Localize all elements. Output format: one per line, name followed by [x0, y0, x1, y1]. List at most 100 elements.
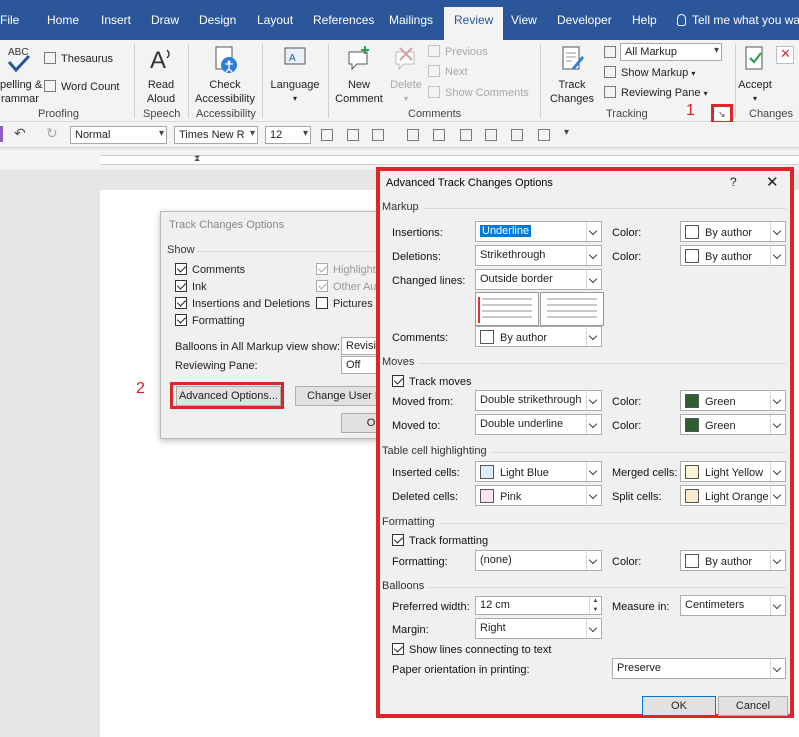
show-lines-label: Show lines connecting to text	[409, 644, 552, 656]
font-select[interactable]: Times New R ▾	[174, 126, 258, 144]
show-comments-button[interactable]: Show Comments	[428, 86, 529, 99]
chevron-down-icon	[586, 246, 601, 265]
tab-developer[interactable]: Developer	[557, 13, 612, 27]
moved-from-color-select[interactable]: Green	[680, 390, 786, 411]
checkbox	[316, 280, 328, 292]
tab-review[interactable]: Review	[444, 7, 504, 40]
read-aloud-button[interactable]: A Read Aloud	[138, 44, 184, 106]
deleted-cells-value: Pink	[500, 491, 522, 503]
insertions-select[interactable]: Underline	[475, 221, 602, 242]
tab-file[interactable]: File	[0, 13, 19, 27]
word-count-button[interactable]: Word Count	[44, 80, 120, 93]
close-button[interactable]: ✕	[766, 173, 779, 191]
show-markup-button[interactable]: Show Markup ▾	[604, 66, 695, 79]
tab-help[interactable]: Help	[632, 13, 657, 27]
tab-home[interactable]: Home	[47, 13, 79, 27]
tab-design[interactable]: Design	[199, 13, 236, 27]
help-button[interactable]: ?	[730, 175, 737, 189]
text-box-icon[interactable]	[347, 129, 359, 141]
section-divider	[197, 251, 397, 252]
moved-to-color-select[interactable]: Green	[680, 414, 786, 435]
preferred-width-spinner[interactable]: 12 cm ▲ ▼	[475, 596, 602, 615]
spinner-arrows-icon[interactable]: ▲ ▼	[589, 597, 601, 614]
table-icon[interactable]	[321, 129, 333, 141]
font-size-select[interactable]: 12 ▾	[265, 126, 311, 144]
thesaurus-button[interactable]: Thesaurus	[44, 52, 113, 65]
chevron-down-icon: ▾	[752, 94, 757, 103]
language-button[interactable]: A Language ▾	[266, 44, 324, 106]
tab-view[interactable]: View	[511, 13, 537, 27]
formatting-select[interactable]: (none)	[475, 550, 602, 571]
tab-mailings[interactable]: Mailings	[389, 13, 433, 27]
track-moves-checkbox[interactable]: Track moves	[392, 375, 472, 388]
reject-icon[interactable]: ✕	[776, 46, 794, 64]
delete-comment-button[interactable]: Delete ▾	[386, 44, 426, 106]
measure-in-select[interactable]: Centimeters	[680, 595, 786, 616]
comment-icon[interactable]	[460, 129, 472, 141]
formatting-label: Formatting:	[392, 556, 448, 568]
style-select[interactable]: Normal ▾	[70, 126, 167, 144]
changed-lines-select[interactable]: Outside border	[475, 269, 602, 290]
shapes-icon[interactable]	[433, 129, 445, 141]
inserted-cells-select[interactable]: Light Blue	[475, 461, 602, 482]
insertions-label: Insertions:	[392, 227, 443, 239]
formatting-checkbox[interactable]: Formatting	[175, 314, 245, 327]
margin-select[interactable]: Right	[475, 618, 602, 639]
deletions-color-select[interactable]: By author	[680, 245, 786, 266]
new-comment-button[interactable]: New Comment	[332, 44, 386, 106]
accept-button[interactable]: Accept ▾	[737, 44, 773, 106]
ok-button[interactable]: OK	[642, 696, 716, 716]
chevron-down-icon	[586, 270, 601, 289]
display-for-review-select[interactable]: All Markup ▾	[620, 43, 722, 61]
tab-layout[interactable]: Layout	[257, 13, 293, 27]
moved-to-color-value: Green	[705, 420, 736, 432]
footer-icon[interactable]	[538, 129, 550, 141]
checkbox	[316, 297, 328, 309]
insertions-color-select[interactable]: By author	[680, 221, 786, 242]
track-formatting-checkbox[interactable]: Track formatting	[392, 534, 488, 547]
highlight-checkbox[interactable]: Highlight	[316, 263, 376, 276]
thesaurus-label: Thesaurus	[61, 53, 113, 65]
customize-toolbar-icon[interactable]: ▾	[564, 127, 569, 138]
check-accessibility-button[interactable]: Check Accessibility	[192, 44, 258, 106]
split-cells-select[interactable]: Light Orange	[680, 485, 786, 506]
deleted-cells-select[interactable]: Pink	[475, 485, 602, 506]
moved-to-select[interactable]: Double underline	[475, 414, 602, 435]
reviewing-pane-button[interactable]: Reviewing Pane ▾	[604, 86, 708, 99]
paper-orientation-select[interactable]: Preserve	[612, 658, 786, 679]
ink-checkbox[interactable]: Ink	[175, 280, 207, 293]
indent-marker-icon[interactable]: ⧗	[194, 153, 200, 164]
track-changes-button[interactable]: Track Changes	[544, 44, 600, 106]
pictures-checkbox[interactable]: Pictures E	[316, 297, 383, 310]
merged-cells-select[interactable]: Light Yellow	[680, 461, 786, 482]
tracking-dialog-launcher[interactable]: ↘	[711, 104, 733, 124]
redo-icon[interactable]: ↻	[46, 125, 58, 142]
tab-draw[interactable]: Draw	[151, 13, 179, 27]
chevron-down-icon	[586, 327, 601, 346]
formatting-color-select[interactable]: By author	[680, 550, 786, 571]
checkbox	[175, 314, 187, 326]
header-icon[interactable]	[511, 129, 523, 141]
next-comment-button[interactable]: Next	[428, 65, 468, 78]
insertions-deletions-checkbox[interactable]: Insertions and Deletions	[175, 297, 310, 310]
format-painter-icon[interactable]	[372, 129, 384, 141]
spelling-grammar-button[interactable]: ABC pelling & rammar	[0, 44, 42, 106]
other-authors-checkbox[interactable]: Other Au	[316, 280, 376, 293]
ribbon-review: ABC pelling & rammar Thesaurus Word Coun…	[0, 40, 799, 124]
moved-to-label: Moved to:	[392, 420, 441, 432]
tell-me-search[interactable]: Tell me what you wa	[677, 13, 799, 27]
comments-color-select[interactable]: By author	[475, 326, 602, 347]
undo-icon[interactable]: ↶	[14, 125, 26, 142]
tab-references[interactable]: References	[313, 13, 374, 27]
cancel-button[interactable]: Cancel	[718, 696, 788, 716]
show-lines-checkbox[interactable]: Show lines connecting to text	[392, 643, 551, 656]
previous-comment-button[interactable]: Previous	[428, 45, 488, 58]
ink-checkbox-label: Ink	[192, 281, 207, 293]
moved-from-select[interactable]: Double strikethrough	[475, 390, 602, 411]
picture-icon[interactable]	[407, 129, 419, 141]
comments-checkbox[interactable]: Comments	[175, 263, 245, 276]
moved-from-color-value: Green	[705, 396, 736, 408]
tab-insert[interactable]: Insert	[101, 13, 131, 27]
symbol-icon[interactable]	[485, 129, 497, 141]
deletions-select[interactable]: Strikethrough	[475, 245, 602, 266]
